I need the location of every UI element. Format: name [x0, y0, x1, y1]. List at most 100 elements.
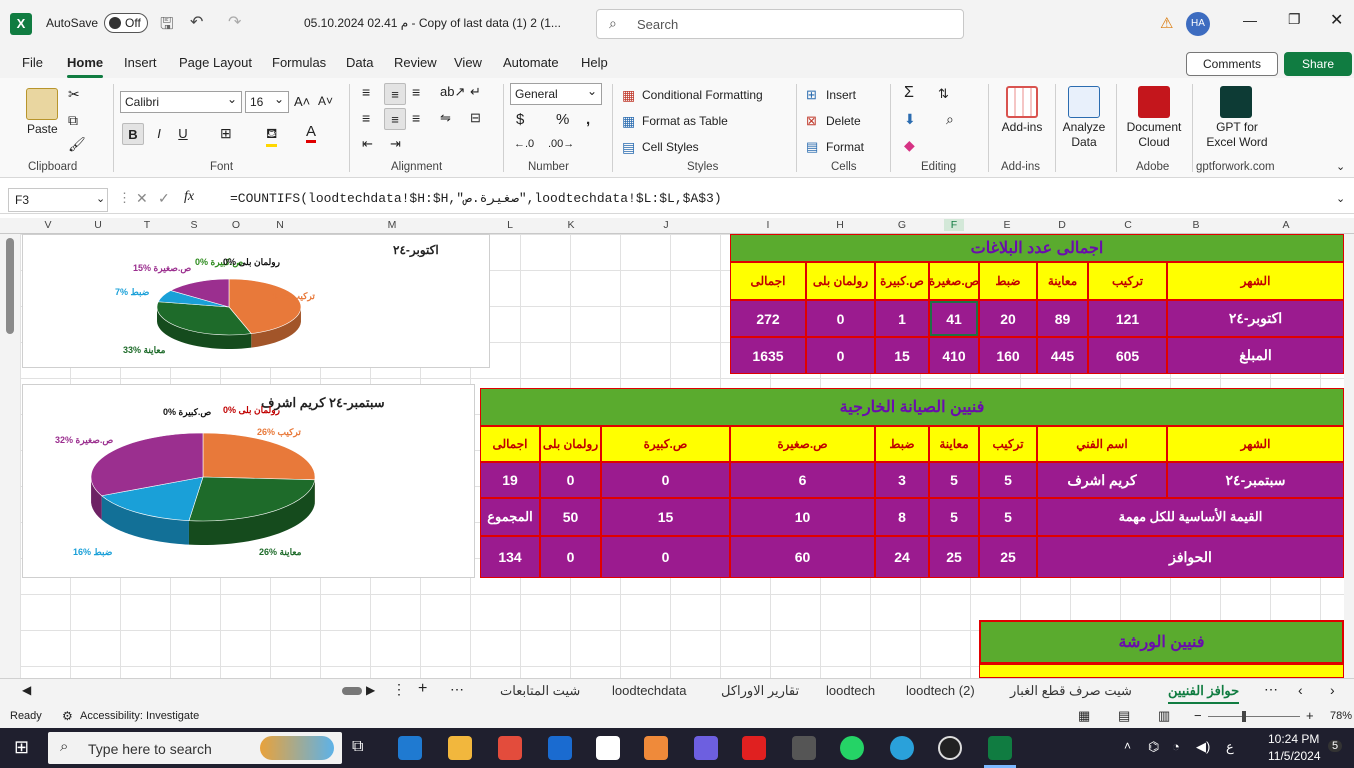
youtube-icon[interactable] [742, 736, 766, 760]
gpt-for-work-icon[interactable] [1220, 86, 1252, 118]
autosum-icon[interactable]: Σ [904, 84, 914, 102]
table-cell[interactable]: 19 [480, 462, 540, 498]
network-icon[interactable]: ⌬ [1148, 739, 1159, 755]
task-view-icon[interactable]: ⧉ [352, 738, 363, 756]
menu-view[interactable]: View [454, 55, 482, 70]
minimize-icon[interactable]: — [1243, 12, 1257, 28]
paste-button[interactable]: Paste [27, 122, 58, 136]
align-middle-icon[interactable]: ≡ [384, 83, 406, 105]
tray-chevron-icon[interactable]: ˄ [1124, 739, 1131, 753]
avatar[interactable]: HA [1186, 12, 1210, 36]
tab-oracle-reports[interactable]: تقارير الاوراكل [721, 683, 799, 699]
tab-parts-sheet[interactable]: شيت صرف قطع الغبار [1010, 683, 1132, 699]
document-cloud-button[interactable]: Document Cloud [1122, 120, 1186, 150]
text-direction-icon[interactable]: ⇋ [440, 110, 451, 126]
page-break-icon[interactable]: ▥ [1158, 708, 1170, 724]
undo-icon[interactable]: ↶ [190, 12, 203, 32]
number-format-select[interactable]: General [510, 81, 602, 105]
col-header[interactable]: O [226, 219, 246, 231]
cancel-icon[interactable]: ✕ [136, 190, 148, 207]
app-p-icon[interactable] [792, 736, 816, 760]
menu-page-layout[interactable]: Page Layout [179, 55, 252, 70]
pie-chart-september[interactable]: سبتمبر-٢٤ كريم اشرف تركيب %26 معاينة %26… [22, 384, 475, 578]
table1-title[interactable]: اجمالى عدد البلاغات [730, 234, 1344, 262]
close-icon[interactable]: ✕ [1330, 10, 1343, 30]
table-cell[interactable]: القيمة الأساسية للكل مهمة [1037, 498, 1344, 536]
table-header[interactable]: رولمان بلى [540, 426, 601, 462]
more-tabs-icon[interactable]: ⋯ [1264, 681, 1278, 698]
table-cell[interactable]: المبلغ [1167, 337, 1344, 374]
format-cells-button[interactable]: Format [826, 140, 864, 154]
format-as-table-button[interactable]: Format as Table [642, 114, 728, 128]
add-ins-button[interactable]: Add-ins [1000, 120, 1044, 134]
find-select-icon[interactable]: ⌕ [946, 111, 954, 128]
table-header[interactable]: الشهر [1167, 426, 1344, 462]
comma-style-icon[interactable]: , [586, 111, 590, 128]
windows-start-icon[interactable]: ⊞ [14, 737, 29, 758]
zoom-slider[interactable] [1208, 716, 1300, 717]
col-header[interactable]: M [382, 219, 402, 231]
table-header[interactable]: ص.كبيرة [875, 262, 929, 300]
whatsapp-icon[interactable] [840, 736, 864, 760]
merge-center-icon[interactable]: ⊟ [470, 110, 481, 126]
language-indicator[interactable]: ع [1226, 739, 1234, 755]
table-cell[interactable]: 0 [540, 536, 601, 578]
tab-tracking[interactable]: شيت المتابعات [500, 683, 580, 699]
table-cell[interactable]: 410 [929, 337, 979, 374]
edge-icon[interactable] [398, 736, 422, 760]
table-header[interactable]: ضبط [875, 426, 929, 462]
increase-indent-icon[interactable]: ⇥ [390, 136, 401, 152]
table-cell[interactable]: 25 [979, 536, 1037, 578]
analyze-data-button[interactable]: Analyze Data [1060, 120, 1108, 150]
cut-icon[interactable]: ✂ [68, 86, 80, 103]
zoom-slider-handle[interactable] [1242, 711, 1246, 722]
orientation-icon[interactable]: ab↗ [440, 84, 465, 100]
zoom-level[interactable]: 78% [1330, 710, 1352, 722]
adobe-pdf-icon[interactable] [1138, 86, 1170, 118]
gpt-for-excel-word-button[interactable]: GPT for Excel Word [1204, 120, 1270, 150]
table-header[interactable]: اجمالى [730, 262, 806, 300]
expand-formula-icon[interactable]: ⌄ [1336, 192, 1345, 205]
table-cell[interactable]: 10 [730, 498, 875, 536]
font-size-select[interactable]: 16 [245, 89, 289, 113]
pie-chart-october[interactable]: اكتوبر-٢٤ تركيب %45 معاينة %33 ضبط %7 ص.… [22, 234, 490, 368]
paste-icon[interactable] [26, 88, 58, 120]
analyze-data-icon[interactable] [1068, 86, 1100, 118]
excel-taskbar-icon[interactable] [988, 736, 1012, 760]
align-left-icon[interactable]: ≡ [362, 110, 370, 126]
table2-title[interactable]: فنيين الصيانة الخارجية [480, 388, 1344, 426]
align-top-icon[interactable]: ≡ [362, 84, 370, 100]
col-header[interactable]: L [500, 219, 520, 231]
tab-loodtech[interactable]: loodtech [826, 683, 875, 698]
table-header[interactable]: اسم الفني [1037, 426, 1167, 462]
table-cell[interactable]: 272 [730, 300, 806, 337]
increase-decimal-icon[interactable]: ←.0 [514, 138, 534, 150]
media-icon[interactable] [694, 736, 718, 760]
clear-icon[interactable]: ◆ [904, 137, 915, 154]
bold-button[interactable]: B [122, 123, 144, 145]
underline-button[interactable]: U [172, 123, 194, 145]
telegram-icon[interactable] [890, 736, 914, 760]
menu-review[interactable]: Review [394, 55, 437, 70]
name-box-dropdown-icon[interactable]: ⌄ [96, 192, 105, 205]
comments-button[interactable]: Comments [1186, 52, 1278, 76]
table-cell[interactable]: كريم اشرف [1037, 462, 1167, 498]
table-cell[interactable]: 5 [979, 462, 1037, 498]
clock-time[interactable]: 10:24 PM [1268, 732, 1319, 746]
col-header[interactable]: V [38, 219, 58, 231]
table-cell[interactable]: 0 [540, 462, 601, 498]
table-cell[interactable]: 24 [875, 536, 929, 578]
copy-icon[interactable]: ⧉ [68, 112, 78, 129]
table-cell[interactable]: 5 [929, 498, 979, 536]
table-cell[interactable]: 121 [1088, 300, 1167, 337]
table-header[interactable]: ضبط [979, 262, 1037, 300]
delete-cells-button[interactable]: Delete [826, 114, 861, 128]
mail-icon[interactable] [548, 736, 572, 760]
table-cell[interactable]: سبتمبر-٢٤ [1167, 462, 1344, 498]
wifi-icon[interactable]: ◔ [1172, 739, 1180, 754]
table-cell[interactable]: 5 [979, 498, 1037, 536]
file-explorer-icon[interactable] [448, 736, 472, 760]
col-header-selected[interactable]: F [944, 219, 964, 231]
col-header[interactable]: B [1186, 219, 1206, 231]
redo-icon[interactable]: ↷ [228, 12, 241, 32]
